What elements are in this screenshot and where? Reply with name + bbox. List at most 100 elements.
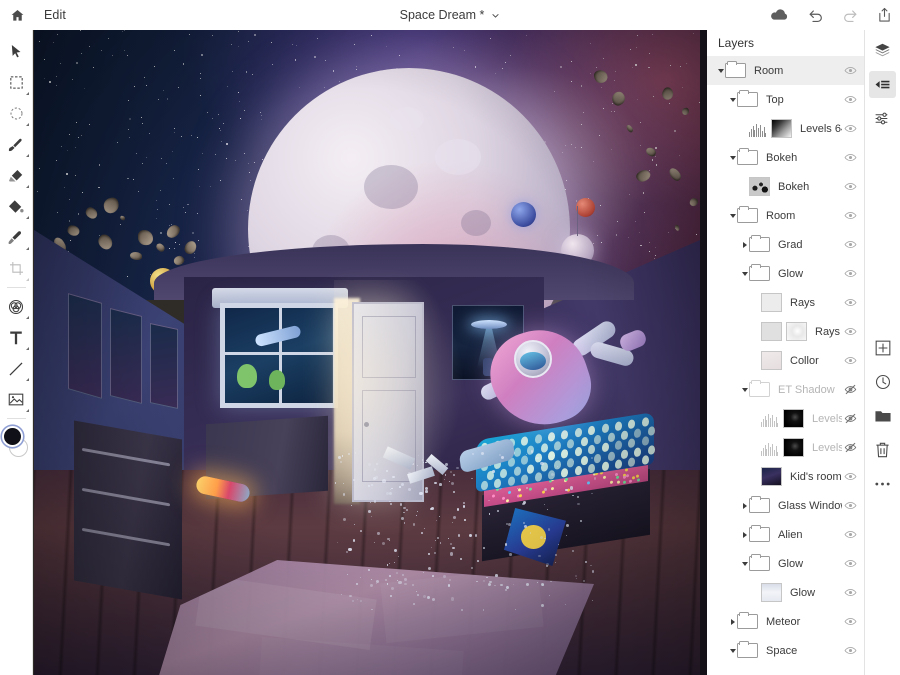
layer-visibility-toggle[interactable] bbox=[842, 607, 858, 636]
layer-row[interactable]: Kid's room bbox=[707, 462, 864, 491]
layer-thumbnail[interactable] bbox=[749, 177, 770, 196]
healing-brush-tool[interactable] bbox=[0, 222, 32, 253]
layer-visibility-toggle[interactable] bbox=[842, 259, 858, 288]
layer-visibility-toggle[interactable] bbox=[842, 375, 858, 404]
twirl-down-icon[interactable] bbox=[728, 143, 737, 172]
layer-visibility-toggle[interactable] bbox=[842, 520, 858, 549]
layer-visibility-toggle[interactable] bbox=[842, 636, 858, 665]
twirl-down-icon[interactable] bbox=[728, 201, 737, 230]
move-tool[interactable] bbox=[0, 36, 32, 67]
layer-mask-thumbnail[interactable] bbox=[783, 438, 804, 457]
add-layer-icon[interactable] bbox=[869, 334, 896, 361]
fill-tool[interactable] bbox=[0, 191, 32, 222]
layer-visibility-toggle[interactable] bbox=[842, 85, 858, 114]
layer-row[interactable]: Glow bbox=[707, 549, 864, 578]
layer-thumbnail[interactable] bbox=[761, 351, 782, 370]
layer-row[interactable]: Space bbox=[707, 636, 864, 665]
layer-row[interactable]: Bokeh bbox=[707, 143, 864, 172]
layer-visibility-toggle[interactable] bbox=[842, 143, 858, 172]
document-title[interactable]: Space Dream * bbox=[400, 8, 485, 22]
layer-name: ET Shadow bbox=[778, 383, 835, 396]
layer-properties-icon[interactable] bbox=[869, 71, 896, 98]
group-folder-icon[interactable] bbox=[869, 402, 896, 429]
layer-thumbnail[interactable] bbox=[761, 583, 782, 602]
layer-row[interactable]: Levels 5… bbox=[707, 433, 864, 462]
layer-visibility-toggle[interactable] bbox=[842, 56, 858, 85]
layer-thumbnail[interactable] bbox=[761, 322, 782, 341]
twirl-right-icon[interactable] bbox=[728, 607, 737, 636]
layer-row[interactable]: Top bbox=[707, 85, 864, 114]
edit-menu-label[interactable]: Edit bbox=[44, 8, 66, 22]
layer-mask-thumbnail[interactable] bbox=[783, 409, 804, 428]
layer-visibility-toggle[interactable] bbox=[842, 172, 858, 201]
layer-thumbnail[interactable] bbox=[761, 467, 782, 486]
layer-mask-thumbnail[interactable] bbox=[786, 322, 807, 341]
layer-visibility-toggle[interactable] bbox=[842, 114, 858, 143]
layer-visibility-toggle[interactable] bbox=[842, 317, 858, 346]
layer-row[interactable]: Levels 640 bbox=[707, 114, 864, 143]
eraser-tool[interactable] bbox=[0, 160, 32, 191]
layer-row[interactable]: Glow bbox=[707, 259, 864, 288]
layer-row[interactable]: Levels 521 bbox=[707, 404, 864, 433]
layer-thumbnail[interactable] bbox=[761, 293, 782, 312]
layer-visibility-toggle[interactable] bbox=[842, 201, 858, 230]
document-canvas[interactable] bbox=[33, 30, 707, 675]
twirl-down-icon[interactable] bbox=[740, 259, 749, 288]
layer-row[interactable]: Grad bbox=[707, 230, 864, 259]
adjustments-sliders-icon[interactable] bbox=[869, 105, 896, 132]
twirl-down-icon[interactable] bbox=[728, 636, 737, 665]
layer-row[interactable]: Bokeh bbox=[707, 172, 864, 201]
chevron-down-icon[interactable] bbox=[491, 11, 500, 20]
twirl-right-icon[interactable] bbox=[740, 520, 749, 549]
layer-visibility-toggle[interactable] bbox=[842, 230, 858, 259]
twirl-down-icon[interactable] bbox=[728, 85, 737, 114]
place-image-tool[interactable] bbox=[0, 384, 32, 415]
twirl-down-icon[interactable] bbox=[716, 56, 725, 85]
cloud-sync-icon[interactable] bbox=[770, 0, 789, 30]
redo-icon[interactable] bbox=[842, 0, 859, 30]
transform-tool[interactable] bbox=[0, 67, 32, 98]
layer-visibility-icon[interactable] bbox=[869, 368, 896, 395]
layer-visibility-toggle[interactable] bbox=[842, 288, 858, 317]
home-icon[interactable] bbox=[0, 0, 34, 30]
layer-row[interactable]: Room bbox=[707, 56, 864, 85]
adjustment-tool[interactable] bbox=[0, 291, 32, 322]
share-icon[interactable] bbox=[877, 0, 892, 30]
layer-row[interactable]: ET Shadow bbox=[707, 375, 864, 404]
color-swatch[interactable] bbox=[0, 422, 32, 462]
crop-tool[interactable] bbox=[0, 253, 32, 284]
twirl-right-icon[interactable] bbox=[740, 491, 749, 520]
layer-row[interactable]: Collor bbox=[707, 346, 864, 375]
layer-visibility-toggle[interactable] bbox=[842, 549, 858, 578]
layer-row[interactable]: Rays bbox=[707, 317, 864, 346]
layer-row[interactable]: Meteor bbox=[707, 607, 864, 636]
tool-flyout-indicator bbox=[26, 278, 29, 281]
layer-visibility-toggle[interactable] bbox=[842, 578, 858, 607]
layer-visibility-toggle[interactable] bbox=[842, 433, 858, 462]
layer-row[interactable]: Room bbox=[707, 201, 864, 230]
layer-row[interactable]: Rays bbox=[707, 288, 864, 317]
line-tool[interactable] bbox=[0, 353, 32, 384]
brush-tool[interactable] bbox=[0, 129, 32, 160]
type-tool[interactable] bbox=[0, 322, 32, 353]
layer-visibility-toggle[interactable] bbox=[842, 346, 858, 375]
delete-layer-icon[interactable] bbox=[869, 436, 896, 463]
layer-visibility-toggle[interactable] bbox=[842, 491, 858, 520]
layer-row[interactable]: Alien bbox=[707, 520, 864, 549]
twirl-down-icon[interactable] bbox=[740, 375, 749, 404]
layer-visibility-toggle[interactable] bbox=[842, 404, 858, 433]
twirl-right-icon[interactable] bbox=[740, 230, 749, 259]
more-options-icon[interactable] bbox=[869, 470, 896, 497]
tool-flyout-indicator bbox=[26, 247, 29, 250]
undo-icon[interactable] bbox=[807, 0, 824, 30]
layer-row[interactable]: Glass Window bbox=[707, 491, 864, 520]
layer-row[interactable]: Glow bbox=[707, 578, 864, 607]
layer-visibility-toggle[interactable] bbox=[842, 462, 858, 491]
twirl-down-icon[interactable] bbox=[740, 549, 749, 578]
foreground-color-swatch[interactable] bbox=[2, 426, 23, 447]
artboard[interactable] bbox=[34, 30, 700, 675]
layers-stack-icon[interactable] bbox=[869, 37, 896, 64]
folder-icon bbox=[737, 89, 758, 107]
layer-mask-thumbnail[interactable] bbox=[771, 119, 792, 138]
lasso-select-tool[interactable] bbox=[0, 98, 32, 129]
